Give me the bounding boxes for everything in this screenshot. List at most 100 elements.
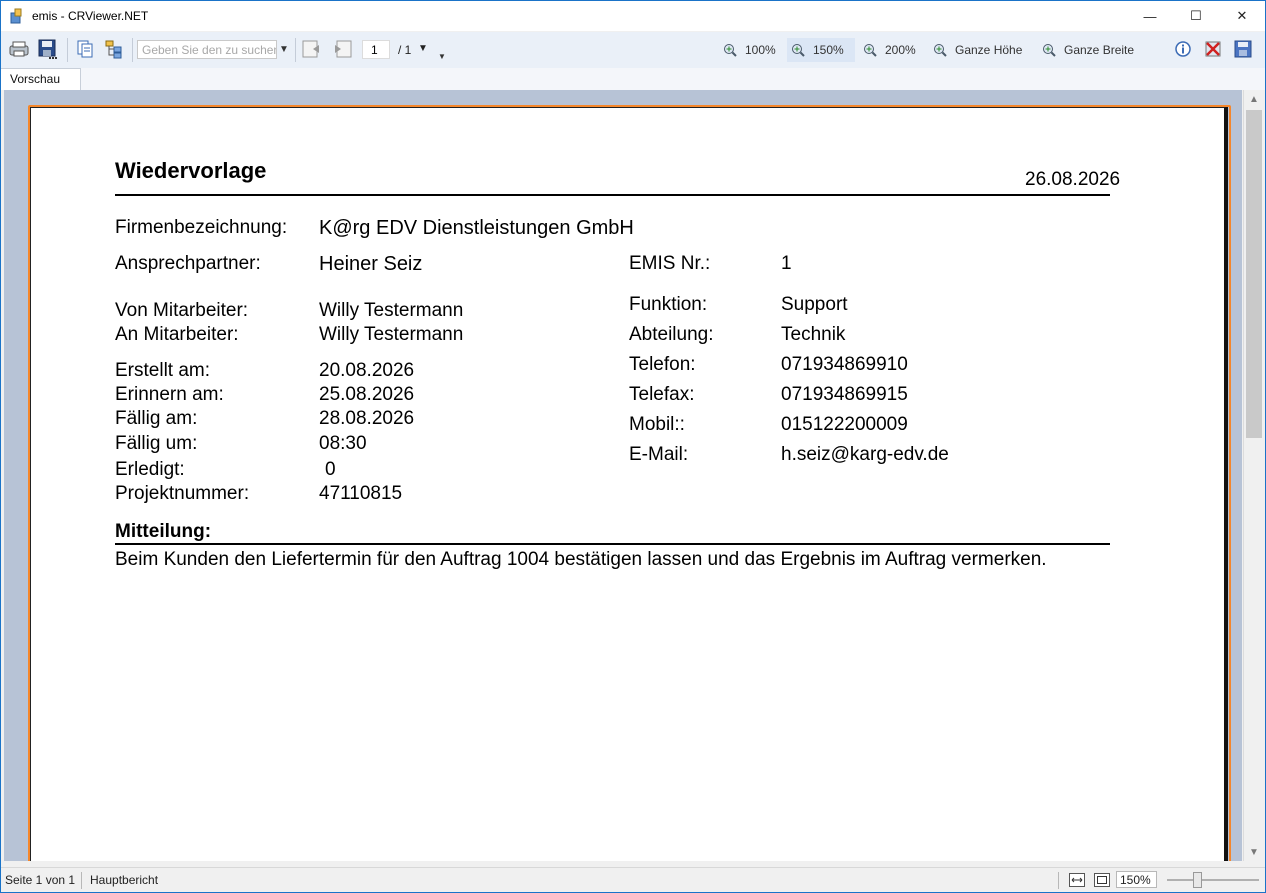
fit-width-icon[interactable]	[1069, 873, 1085, 887]
magnifier-plus-icon	[792, 44, 805, 57]
group-tree-button[interactable]	[103, 38, 125, 60]
ansprechpartner-label: Ansprechpartner:	[115, 253, 261, 274]
vertical-scrollbar[interactable]: ▲ ▼	[1243, 90, 1264, 861]
projektnummer-value: 47110815	[319, 483, 403, 504]
fit-page-icon[interactable]	[1094, 873, 1110, 887]
zoom-100-label: 100%	[745, 43, 776, 57]
zoom-200-label: 200%	[885, 43, 916, 57]
app-icon	[10, 8, 22, 24]
zoom-level-field[interactable]: 150%	[1116, 871, 1157, 888]
scroll-down-button[interactable]: ▼	[1244, 843, 1264, 861]
info-icon	[1175, 41, 1191, 57]
an-mitarbeiter-value: Willy Testermann	[319, 324, 464, 345]
status-separator	[81, 872, 82, 889]
report-date: 26.08.2026	[1025, 169, 1121, 190]
telefax-label: Telefax:	[629, 384, 695, 405]
chevron-down-icon: ▼	[1249, 846, 1259, 858]
mobil-value: 015122200009	[781, 414, 908, 435]
page-dropdown-icon[interactable]: ▼	[418, 43, 428, 54]
search-dropdown-button[interactable]: ▼	[277, 40, 291, 59]
tab-strip: Vorschau	[1, 68, 1265, 90]
toolbar-separator	[295, 38, 296, 62]
printer-icon	[9, 41, 29, 57]
mitteilung-label: Mitteilung:	[115, 521, 212, 542]
emis-nr-value: 1	[781, 253, 792, 274]
telefon-value: 071934869910	[781, 354, 908, 375]
next-page-icon	[335, 40, 352, 58]
page-total: / 1	[398, 43, 412, 57]
title-underline	[115, 194, 1110, 196]
chevron-up-icon: ▲	[1249, 93, 1259, 105]
erinnern-am-label: Erinnern am:	[115, 384, 224, 405]
zoom-page-width-label: Ganze Breite	[1064, 43, 1135, 57]
print-button[interactable]	[8, 38, 30, 60]
maximize-icon: ☐	[1190, 8, 1202, 23]
scroll-up-button[interactable]: ▲	[1244, 90, 1264, 108]
toolbar: Geben Sie den zu suchen ▼ 1 / 1 ▼ ▼ 100%…	[1, 32, 1265, 69]
title-bar: emis - CRViewer.NET — ☐ ✕	[1, 1, 1265, 31]
window-title: emis - CRViewer.NET	[32, 9, 149, 23]
zoom-200-button[interactable]: 200%	[859, 38, 920, 62]
emis-nr-label: EMIS Nr.:	[629, 253, 711, 274]
toolbar-separator	[132, 38, 133, 62]
firma-label: Firmenbezeichnung:	[115, 217, 288, 238]
ansprechpartner-value: Heiner Seiz	[319, 253, 423, 275]
von-mitarbeiter-label: Von Mitarbeiter:	[115, 300, 249, 321]
status-separator	[1058, 872, 1059, 889]
search-input[interactable]: Geben Sie den zu suchen	[137, 40, 277, 59]
zoom-150-button[interactable]: 150%	[787, 38, 855, 62]
previous-page-icon	[302, 40, 319, 58]
magnifier-plus-icon	[934, 44, 947, 57]
funktion-label: Funktion:	[629, 294, 708, 315]
save-disk-icon	[1234, 40, 1252, 58]
toolbar-separator	[67, 38, 68, 62]
info-button[interactable]	[1172, 38, 1194, 60]
report-page: Wiedervorlage 26.08.2026 Firmenbezeichnu…	[30, 107, 1228, 861]
magnifier-plus-icon	[724, 44, 737, 57]
erledigt-value: 0	[325, 459, 336, 480]
page-info: Seite 1 von 1	[5, 873, 76, 887]
zoom-page-height-button[interactable]: Ganze Höhe	[929, 38, 1026, 62]
zoom-100-button[interactable]: 100%	[719, 38, 780, 62]
abteilung-value: Technik	[781, 324, 846, 345]
erstellt-am-label: Erstellt am:	[115, 360, 211, 381]
minimize-button[interactable]: —	[1127, 1, 1173, 31]
zoom-slider-thumb[interactable]	[1193, 872, 1202, 888]
report-title: Wiedervorlage	[115, 158, 267, 183]
search-placeholder: Geben Sie den zu suchen	[142, 43, 277, 57]
zoom-slider-track[interactable]	[1167, 879, 1259, 881]
mitteilung-underline	[115, 543, 1110, 545]
zoom-page-width-button[interactable]: Ganze Breite	[1038, 38, 1138, 62]
previous-page-button[interactable]	[301, 38, 323, 60]
abteilung-label: Abteilung:	[629, 324, 714, 345]
close-icon: ✕	[1236, 8, 1248, 23]
faellig-am-value: 28.08.2026	[319, 408, 415, 429]
export-button[interactable]	[37, 38, 59, 60]
tab-vorschau[interactable]: Vorschau	[1, 68, 81, 90]
zoom-page-height-label: Ganze Höhe	[955, 43, 1023, 57]
maximize-button[interactable]: ☐	[1173, 1, 1219, 31]
firma-value: K@rg EDV Dienstleistungen GmbH	[319, 217, 634, 239]
funktion-value: Support	[781, 294, 848, 315]
projektnummer-label: Projektnummer:	[115, 483, 250, 504]
email-value: h.seiz@karg-edv.de	[781, 444, 949, 465]
page-number-input[interactable]: 1	[362, 40, 390, 59]
mitteilung-text: Beim Kunden den Liefertermin für den Auf…	[115, 549, 1047, 570]
telefon-label: Telefon:	[629, 354, 696, 375]
erinnern-am-value: 25.08.2026	[319, 384, 415, 405]
erstellt-am-value: 20.08.2026	[319, 360, 415, 381]
status-bar: Seite 1 von 1 Hauptbericht 150%	[1, 867, 1265, 892]
app-window: emis - CRViewer.NET — ☐ ✕ Geben Sie den …	[0, 0, 1266, 893]
scroll-thumb[interactable]	[1246, 110, 1262, 438]
toolbar-overflow-icon[interactable]: ▼	[438, 52, 446, 61]
save-button[interactable]	[1232, 38, 1254, 60]
close-button[interactable]: ✕	[1219, 1, 1265, 31]
copy-pages-icon	[77, 40, 93, 58]
save-disk-icon	[38, 39, 57, 59]
faellig-um-value: 08:30	[319, 433, 367, 454]
copy-button[interactable]	[74, 38, 96, 60]
minimize-icon: —	[1143, 8, 1157, 24]
next-page-button[interactable]	[331, 38, 353, 60]
mobil-label: Mobil::	[629, 414, 685, 435]
close-report-button[interactable]	[1202, 38, 1224, 60]
